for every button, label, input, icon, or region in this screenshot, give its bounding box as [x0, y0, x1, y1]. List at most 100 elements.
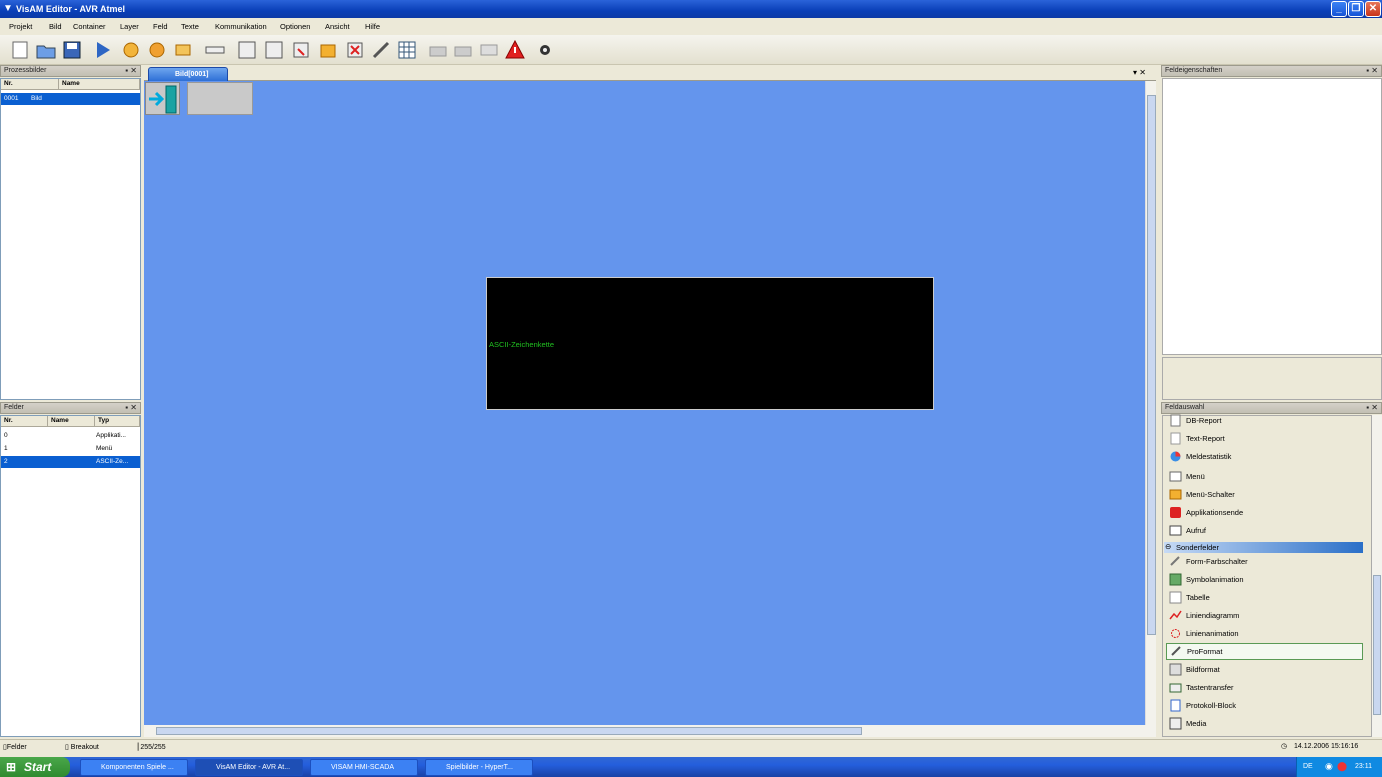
network-icon[interactable]: ◉ [1325, 761, 1333, 772]
run-icon[interactable] [92, 39, 114, 61]
menu-ansicht[interactable]: Ansicht [325, 22, 350, 31]
menu-optionen[interactable]: Optionen [280, 22, 310, 31]
field-item-menu[interactable]: Menü [1166, 469, 1361, 485]
image-format-icon [1169, 663, 1182, 676]
field-item-symbol-anim[interactable]: Symbolanimation [1166, 572, 1361, 588]
save-icon[interactable] [61, 39, 83, 61]
menu-layer[interactable]: Layer [120, 22, 139, 31]
field-red-icon[interactable] [290, 39, 312, 61]
process-list[interactable]: Nr. Name 0001 Bild [0, 78, 141, 400]
col-header-name[interactable]: Name [59, 79, 140, 90]
field-item-app-end[interactable]: Applikationsende [1166, 505, 1361, 521]
menu-texte[interactable]: Texte [181, 22, 199, 31]
field-item-menu-switch[interactable]: Menü-Schalter [1166, 487, 1361, 503]
menu-field[interactable] [187, 82, 253, 115]
field-nr: 0 [4, 432, 8, 439]
exit-app-field[interactable] [145, 82, 180, 115]
toolbar [0, 35, 1382, 65]
field-item-table[interactable]: Tabelle [1166, 590, 1361, 606]
col-header-name[interactable]: Name [48, 416, 95, 427]
menu-projekt[interactable]: Projekt [9, 22, 32, 31]
settings-gear-icon[interactable] [534, 39, 556, 61]
menu-bild[interactable]: Bild [49, 22, 62, 31]
field-item-text-report[interactable]: Text-Report [1166, 431, 1361, 447]
col-header-typ[interactable]: Typ [95, 416, 140, 427]
statusbar-tab-breakout[interactable]: ▯ Breakout [65, 743, 99, 751]
tool-swap-icon[interactable] [146, 39, 168, 61]
properties-description [1162, 357, 1382, 400]
properties-grid[interactable] [1162, 78, 1382, 355]
text-report-icon [1169, 432, 1182, 445]
alert-icon[interactable]: ⬤ [1337, 761, 1347, 772]
close-button[interactable]: ✕ [1365, 1, 1381, 17]
vertical-scrollbar[interactable] [1145, 81, 1156, 725]
title-bar: ▼ VisAM Editor - AVR Atmel _ ❐ ✕ [0, 0, 1382, 18]
col-header-nr[interactable]: Nr. [1, 416, 48, 427]
align-icon[interactable] [263, 39, 285, 61]
grid-size-icon[interactable] [236, 39, 258, 61]
field-item-key-transfer[interactable]: Tastentransfer [1166, 680, 1361, 696]
field-item-db-report[interactable]: DB-Report [1166, 413, 1361, 429]
start-button[interactable]: ⊞ Start [0, 757, 70, 777]
properties-panel-header: Feldeigenschaften ▪ ✕ [1161, 65, 1382, 77]
field-item-media[interactable]: Media [1166, 716, 1361, 732]
delete-field-icon[interactable] [344, 39, 366, 61]
open-folder-icon[interactable] [35, 39, 57, 61]
menu-hilfe[interactable]: Hilfe [365, 22, 380, 31]
col-header-nr[interactable]: Nr. [1, 79, 59, 90]
taskbar-item[interactable]: VisAM Editor - AVR At... [195, 759, 303, 776]
taskbar-item[interactable]: Spielbilder - HyperT... [425, 759, 533, 776]
connect-icon[interactable] [370, 39, 392, 61]
table-grid-icon[interactable] [396, 39, 418, 61]
field-item-line-chart[interactable]: Liniendiagramm [1166, 608, 1361, 624]
panel-close-icon[interactable]: ▪ ✕ [1366, 403, 1378, 412]
field-item-form-color[interactable]: Form-Farbschalter [1166, 554, 1361, 570]
maximize-button[interactable]: ❐ [1348, 1, 1364, 17]
table-row[interactable]: 2 ASCII-Ze... [1, 456, 140, 468]
field-item-image-format[interactable]: Bildformat [1166, 662, 1361, 678]
statusbar-tab-felder[interactable]: ▯Felder [3, 743, 27, 751]
panel-close-icon[interactable]: ▪ ✕ [125, 403, 137, 412]
field-item-line-anim[interactable]: Linienanimation [1166, 626, 1361, 642]
collapse-icon[interactable]: ⊖ [1165, 542, 1171, 551]
field-item-meldestatistik[interactable]: Meldestatistik [1166, 449, 1361, 465]
tab-bild[interactable]: Bild[0001] [148, 67, 228, 81]
table-row[interactable]: 1 Menü [1, 443, 140, 455]
proformat-icon [1170, 645, 1183, 658]
process-panel-title: Prozessbilder [4, 67, 47, 74]
new-file-icon[interactable] [9, 39, 31, 61]
menu-kommunikation[interactable]: Kommunikation [215, 22, 267, 31]
ruler-icon[interactable] [204, 39, 226, 61]
field-item-protocol[interactable]: Protokoll-Block [1166, 698, 1361, 714]
tool-layers-icon[interactable] [172, 39, 194, 61]
field-orange-icon[interactable] [317, 39, 339, 61]
menu-feld[interactable]: Feld [153, 22, 168, 31]
ascii-display-field[interactable]: ASCII-Zeichenkette [486, 277, 934, 410]
taskbar-item[interactable]: Komponenten Spiele ... [80, 759, 188, 776]
tab-close-icon[interactable]: ▾ ✕ [1133, 68, 1146, 77]
window-title: VisAM Editor - AVR Atmel [16, 4, 126, 14]
group-sonderfelder[interactable]: ⊖ Sonderfelder [1164, 542, 1363, 553]
field-select-scrollbar[interactable] [1372, 415, 1382, 737]
fields-list[interactable]: Nr. Name Typ 0 Applikati... 1 Menü 2 ASC… [0, 415, 141, 737]
language-indicator[interactable]: DE [1303, 763, 1313, 770]
menu-container[interactable]: Container [73, 22, 106, 31]
warning-icon[interactable] [504, 39, 526, 61]
field-item-aufruf[interactable]: Aufruf [1166, 523, 1361, 539]
table-row[interactable]: 0 Applikati... [1, 430, 140, 442]
export-disabled-icon[interactable] [452, 39, 474, 61]
taskbar-item[interactable]: VISAM HMI-SCADA [310, 759, 418, 776]
panel-close-icon[interactable]: ▪ ✕ [125, 66, 137, 75]
field-select-panel-title: Feldauswahl [1165, 404, 1205, 411]
print-disabled-icon[interactable] [427, 39, 449, 61]
minimize-button[interactable]: _ [1331, 1, 1347, 17]
horizontal-scrollbar[interactable] [144, 725, 1156, 737]
send-disabled-icon[interactable] [478, 39, 500, 61]
tool-arrows-icon[interactable] [120, 39, 142, 61]
clock-icon: ◷ [1281, 743, 1288, 750]
media-icon [1169, 717, 1182, 730]
list-item[interactable]: 0001 Bild [1, 93, 140, 105]
field-item-proformat[interactable]: ProFormat [1166, 643, 1363, 660]
panel-close-icon[interactable]: ▪ ✕ [1366, 66, 1378, 75]
shape-color-icon [1169, 555, 1182, 568]
